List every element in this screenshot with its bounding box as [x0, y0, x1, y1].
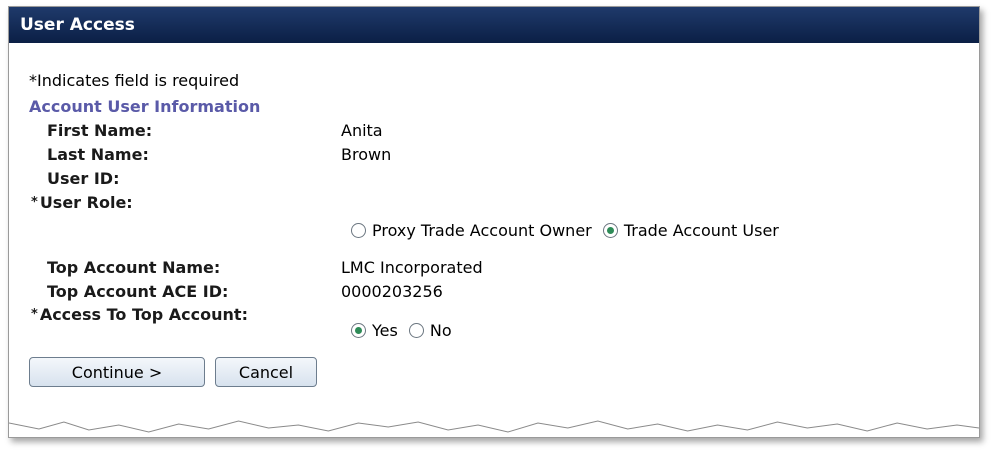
trade-account-user-option[interactable]: Trade Account User	[624, 221, 779, 240]
user-role-radio-group: Proxy Trade Account Owner Trade Account …	[351, 221, 785, 241]
user-role-label: User Role:	[39, 193, 133, 212]
top-account-ace-id-value: 0000203256	[341, 282, 443, 301]
trade-account-user-radio[interactable]	[602, 223, 618, 238]
first-name-label: First Name:	[47, 121, 153, 140]
window-title: User Access	[9, 7, 979, 43]
top-account-ace-id-label: Top Account ACE ID:	[47, 282, 229, 301]
required-note: *Indicates field is required	[29, 71, 240, 90]
access-yes-radio[interactable]	[351, 323, 366, 338]
first-name-value: Anita	[341, 121, 383, 140]
last-name-label: Last Name:	[47, 145, 149, 164]
top-account-name-value: LMC Incorporated	[341, 258, 483, 277]
user-role-label-group: * User Role:	[31, 193, 133, 213]
torn-edge-decoration	[9, 420, 979, 437]
access-top-account-label: Access To Top Account:	[39, 305, 248, 324]
proxy-trade-account-owner-radio[interactable]	[351, 223, 366, 238]
user-id-label: User ID:	[47, 169, 120, 188]
cancel-button[interactable]: Cancel	[215, 357, 317, 387]
required-mark: *	[31, 195, 38, 210]
top-account-name-label: Top Account Name:	[47, 258, 221, 277]
access-no-radio[interactable]	[408, 323, 424, 338]
proxy-trade-account-owner-option[interactable]: Proxy Trade Account Owner	[372, 221, 592, 240]
access-top-account-label-group: * Access To Top Account:	[31, 305, 248, 325]
access-top-account-radio-group: Yes No	[351, 321, 458, 341]
continue-button[interactable]: Continue >	[29, 357, 205, 387]
access-no-option[interactable]: No	[430, 321, 452, 340]
user-access-panel: User Access *Indicates field is required…	[8, 6, 980, 438]
last-name-value: Brown	[341, 145, 392, 164]
access-yes-option[interactable]: Yes	[372, 321, 398, 340]
required-mark: *	[31, 307, 38, 322]
section-title: Account User Information	[29, 97, 261, 116]
